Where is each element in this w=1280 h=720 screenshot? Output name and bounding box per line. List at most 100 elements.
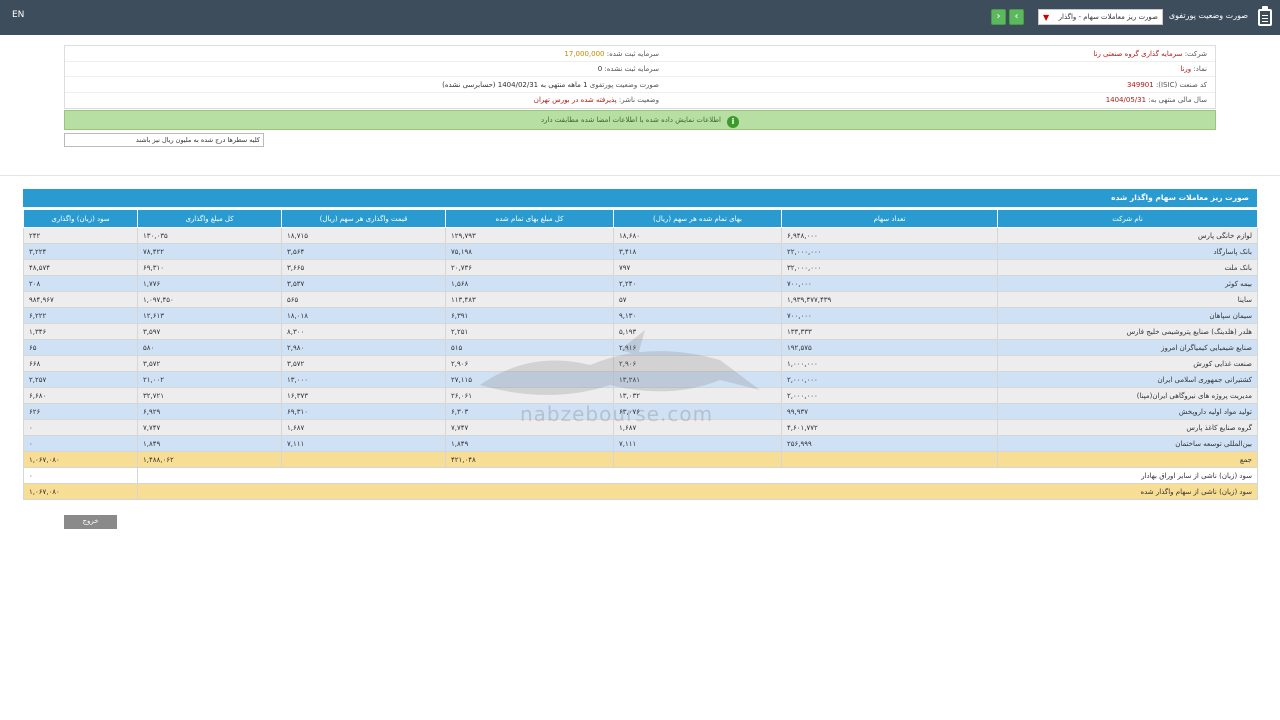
company-cell: صنایع شیمیایی کیمیاگران امروز [997,339,1258,356]
summary-row: سود (زیان) ناشی از سایر اوراق بهادار ۰ [23,467,1258,484]
symbol: نماد: ورنا [1180,65,1207,73]
table-row: صنایع شیمیایی کیمیاگران امروز ۱۹۲,۵۷۵ ۲,۹۱… [23,339,1258,356]
divider [0,175,1280,176]
capital-value: 17,000,000 [564,50,605,58]
unregistered-label: سرمایه ثبت نشده: [604,65,659,73]
value-cell: ۲,۰۰۰,۰۰۰ [781,371,998,388]
value-cell: ۳,۵۳۷ [281,275,446,292]
value-cell: ۱۶,۳۷۳ [281,387,446,404]
language-toggle[interactable]: EN [12,10,24,20]
column-header: نام شرکت [997,209,1258,228]
value-cell: ۱۸,۶۸۰ [613,227,782,244]
value-cell: ۱,۶۸۷ [281,419,446,436]
company-cell: مدیریت پروژه های نیروگاهی ایران(مپنا) [997,387,1258,404]
value-cell: ۳۲,۷۲۱ [137,387,282,404]
company-cell: بین‌المللی توسعه ساختمان [997,435,1258,452]
value-cell: ۶۵ [23,339,138,356]
column-header: بهای تمام شده هر سهم (ریال) [613,209,782,228]
table-row: صنعت غذایی کورش ۱,۰۰۰,۰۰۰ ۲,۹۰۶ ۲,۹۰۶ ۳,۵۷۲ ۳… [23,355,1258,372]
fiscal-year-label: سال مالی منتهی به: [1148,96,1207,104]
empty-cell [613,451,782,468]
summary-row: جمع ۴۲۱,۰۴۸ ۱,۴۸۸,۰۶۲ ۱,۰۶۷,۰۸۰ [23,451,1258,468]
value-cell: ۶,۳۰۳ [445,403,614,420]
value-cell: ۶۳,۰۷۶ [613,403,782,420]
unregistered-capital: سرمایه ثبت نشده: 0 [598,65,659,73]
value-cell: ۲۱,۰۰۲ [137,371,282,388]
transactions-table: نام شرکت تعداد سهام بهای تمام شده هر سهم (… [23,209,1258,500]
value-cell: ۲,۰۰۰,۰۰۰ [781,387,998,404]
symbol-label: نماد: [1193,65,1207,73]
company-cell: بانک ملت [997,259,1258,276]
value-cell: ۲۵۶,۹۹۹ [781,435,998,452]
table-row: ساینا ۱,۹۳۹,۴۷۷,۴۳۹ ۵۷ ۱۱۳,۴۸۳ ۵۶۵ ۱,۰۹۷,۴۵۰ ۹… [23,291,1258,308]
table-header-row: نام شرکت تعداد سهام بهای تمام شده هر سهم (… [23,209,1258,228]
value-cell: ۱,۰۹۷,۴۵۰ [137,291,282,308]
value-cell: ۲,۹۰۶ [445,355,614,372]
value-cell: ۷,۱۱۱ [613,435,782,452]
fiscal-year-value: 1404/05/31 [1105,96,1147,104]
unregistered-value: 0 [597,65,603,73]
info-row: شرکت: سرمایه گذاری گروه صنعتی رنا سرمایه… [65,47,1215,62]
capital-label: سرمایه ثبت شده: [606,50,659,58]
company-cell: سیمان سپاهان [997,307,1258,324]
value-cell: ۲۷,۱۱۵ [445,371,614,388]
value-cell: ۳,۴۱۸ [613,243,782,260]
value-cell: ۰ [23,435,138,452]
value-cell: ۶۶۸ [23,355,138,372]
table-title: صورت ریز معاملات سهام واگذار شده [1111,193,1249,202]
report-type-value: صورت ریز معاملات سهام - واگذار [1058,13,1158,21]
company-cell: لوازم خانگی پارس [997,227,1258,244]
value-cell: ۹۹,۹۳۷ [781,403,998,420]
period-label: صورت وضعیت پورتفوی [589,81,659,89]
empty-cell [281,451,446,468]
symbol-value: ورنا [1180,65,1192,73]
exit-button[interactable]: خروج [64,515,117,529]
report-period: صورت وضعیت پورتفوی 1 ماهه منتهی به 1404/… [442,81,659,89]
value-cell: ۲۰,۷۳۶ [445,259,614,276]
info-icon: i [727,116,739,128]
column-header: تعداد سهام [781,209,998,228]
fiscal-year: سال مالی منتهی به: 1404/05/31 [1106,96,1207,104]
other-securities-value: ۰ [23,467,138,484]
value-cell: ۱,۸۴۹ [137,435,282,452]
company-cell: تولید مواد اولیه داروپخش [997,403,1258,420]
value-cell: ۸,۳۰۰ [281,323,446,340]
value-cell: ۱,۶۸۷ [613,419,782,436]
value-cell: ۳,۶۶۵ [281,259,446,276]
total-sale: ۱,۴۸۸,۰۶۲ [137,451,282,468]
value-cell: ۷,۱۱۱ [281,435,446,452]
value-cell: ۲۰۸ [23,275,138,292]
column-header: کل مبلغ بهای تمام شده [445,209,614,228]
value-cell: ۴,۶۰۱,۷۷۲ [781,419,998,436]
value-cell: ۳,۵۹۷ [137,323,282,340]
value-cell: ۶,۶۸۰ [23,387,138,404]
empty-cell [781,451,998,468]
value-cell: ۱۱۳,۴۸۳ [445,291,614,308]
value-cell: ۱,۵۶۸ [445,275,614,292]
table-row: سیمان سپاهان ۷۰۰,۰۰۰ ۹,۱۳۰ ۶,۳۹۱ ۱۸,۰۱۸ ۱۲,۶۱… [23,307,1258,324]
value-cell: ۵۸۰ [137,339,282,356]
column-header: قیمت واگذاری هر سهم (ریال) [281,209,446,228]
value-cell: ۳,۵۷۲ [281,355,446,372]
company-name: شرکت: سرمایه گذاری گروه صنعتی رنا [1093,50,1207,58]
next-button[interactable]: ‹ [1009,9,1024,25]
value-cell: ۱۲۹,۷۹۳ [445,227,614,244]
value-cell: ۱۳,۰۳۲ [613,387,782,404]
net-profit-label: سود (زیان) ناشی از سهام واگذار شده [137,483,1258,500]
value-cell: ۱۸,۰۱۸ [281,307,446,324]
value-cell: ۶,۹۲۹ [137,403,282,420]
report-type-select[interactable]: ▼ صورت ریز معاملات سهام - واگذار [1038,9,1163,25]
other-securities-label: سود (زیان) ناشی از سایر اوراق بهادار [137,467,1258,484]
info-row: کد صنعت (ISIC): 349901 صورت وضعیت پورتفو… [65,78,1215,93]
value-cell: ۱۳,۰۰۰ [281,371,446,388]
value-cell: ۶۹,۳۱۰ [281,403,446,420]
company-cell: بیمه کوثر [997,275,1258,292]
value-cell: ۵۶۵ [281,291,446,308]
value-cell: ۷۹۷ [613,259,782,276]
table-row: هلدر (هلدینگ) صنایع پتروشیمی خلیج فارس ۱۳… [23,323,1258,340]
value-cell: ۱,۷۷۶ [137,275,282,292]
previous-button[interactable]: › [991,9,1006,25]
value-cell: ۵۷ [613,291,782,308]
value-cell: ۶۲۶ [23,403,138,420]
company-info-panel: شرکت: سرمایه گذاری گروه صنعتی رنا سرمایه… [64,45,1216,109]
